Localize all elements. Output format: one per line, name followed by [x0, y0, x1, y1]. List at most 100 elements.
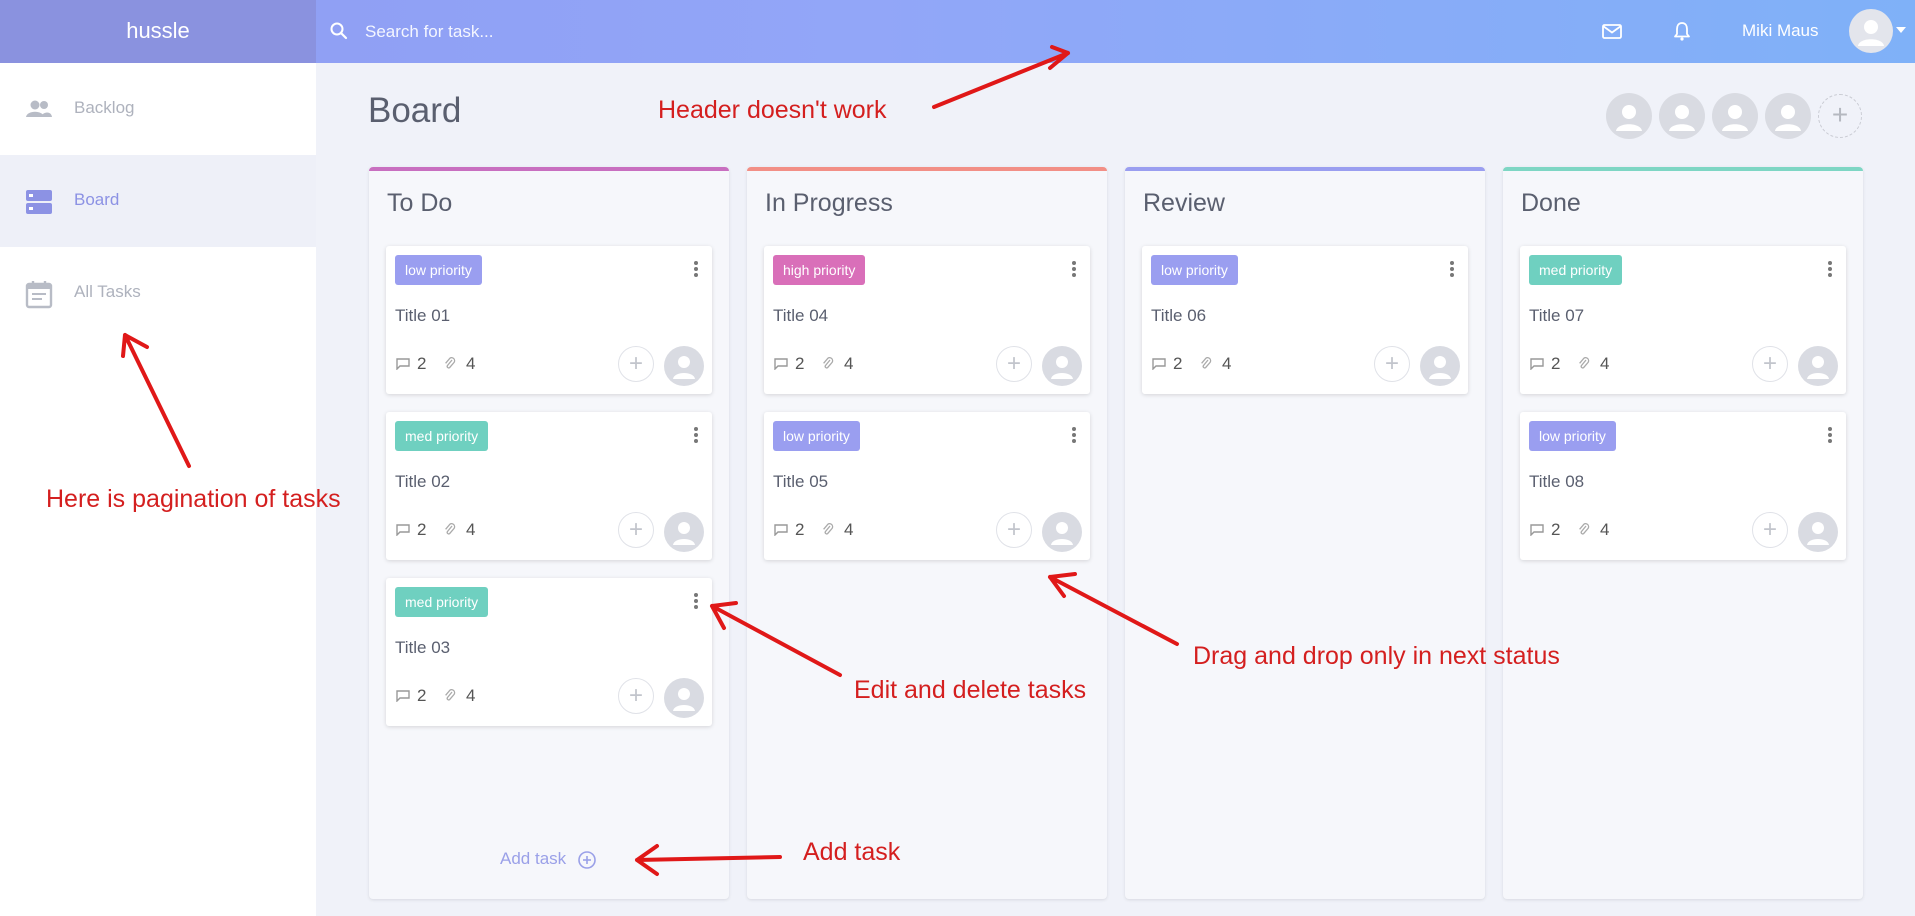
more-vert-icon[interactable]: [691, 425, 701, 447]
assign-button[interactable]: +: [1752, 346, 1788, 382]
people-icon: [26, 100, 52, 117]
attachment-icon: [445, 357, 456, 369]
search-icon[interactable]: [328, 20, 350, 42]
more-vert-icon[interactable]: [1447, 259, 1457, 281]
assign-button[interactable]: +: [1752, 512, 1788, 548]
assignee-avatar[interactable]: [664, 512, 704, 552]
member-avatar[interactable]: [1606, 93, 1652, 139]
assignee-avatar[interactable]: [664, 678, 704, 718]
avatar-icon: [673, 522, 695, 545]
attachment-icon: [1579, 523, 1590, 535]
annotation-pagination: Here is pagination of tasks: [46, 485, 341, 513]
priority-badge: low priority: [1151, 255, 1238, 285]
more-vert-icon[interactable]: [1069, 425, 1079, 447]
avatar-icon: [1429, 356, 1451, 379]
member-avatar[interactable]: [1712, 93, 1758, 139]
attachment-count: 4: [466, 354, 476, 373]
comment-icon: [1530, 358, 1544, 370]
more-vert-icon[interactable]: [691, 591, 701, 613]
priority-badge: low priority: [395, 255, 482, 285]
assign-button[interactable]: +: [996, 512, 1032, 548]
more-vert-icon[interactable]: [1069, 259, 1079, 281]
task-card[interactable]: low priority Title 05 2 4 +: [764, 412, 1090, 560]
assign-button[interactable]: +: [618, 512, 654, 548]
task-card[interactable]: high priority Title 04 2 4 +: [764, 246, 1090, 394]
bell-icon[interactable]: [1669, 18, 1695, 44]
attachment-icon: [445, 689, 456, 701]
task-card[interactable]: med priority Title 03 2 4 +: [386, 578, 712, 726]
avatar-icon: [1722, 105, 1748, 131]
more-vert-icon[interactable]: [691, 259, 701, 281]
priority-badge: low priority: [773, 421, 860, 451]
comment-count: 2: [417, 354, 427, 373]
mail-icon[interactable]: [1599, 18, 1625, 44]
priority-badge: med priority: [395, 421, 489, 451]
calendar-icon: [25, 281, 53, 309]
task-card[interactable]: low priority Title 01 2 4 +: [386, 246, 712, 394]
annotation-header: Header doesn't work: [658, 96, 887, 124]
sidebar-item-label: Board: [74, 190, 120, 209]
assign-button[interactable]: +: [618, 346, 654, 382]
assign-button[interactable]: +: [618, 678, 654, 714]
sidebar-item-board[interactable]: Board: [0, 155, 316, 247]
attachment-count: 4: [466, 520, 476, 539]
card-title: Title 08: [1529, 472, 1585, 491]
assignee-avatar[interactable]: [1042, 346, 1082, 386]
assignee-avatar[interactable]: [664, 346, 704, 386]
avatar-icon: [1807, 356, 1829, 379]
annotation-add: Add task: [803, 838, 901, 866]
avatar-icon: [673, 356, 695, 379]
card-title: Title 01: [395, 306, 451, 325]
assign-button[interactable]: +: [1374, 346, 1410, 382]
comment-count: 2: [795, 520, 805, 539]
member-avatar[interactable]: [1765, 93, 1811, 139]
sidebar-item-backlog[interactable]: Backlog: [0, 63, 316, 155]
more-vert-icon[interactable]: [1825, 425, 1835, 447]
user-avatar[interactable]: [1849, 9, 1893, 53]
task-card[interactable]: med priority Title 07 2 4 +: [1520, 246, 1846, 394]
comment-icon: [774, 524, 788, 536]
avatar-icon: [1051, 522, 1073, 545]
member-avatar[interactable]: [1659, 93, 1705, 139]
priority-badge: med priority: [395, 587, 489, 617]
chevron-down-icon[interactable]: [1896, 27, 1906, 33]
card-title: Title 07: [1529, 306, 1585, 325]
assignee-avatar[interactable]: [1798, 512, 1838, 552]
column-title: Review: [1143, 189, 1225, 217]
task-card[interactable]: low priority Title 08 2 4 +: [1520, 412, 1846, 560]
search-input[interactable]: [363, 16, 967, 48]
card-title: Title 06: [1151, 306, 1207, 325]
comment-count: 2: [417, 686, 427, 705]
assignee-avatar[interactable]: [1798, 346, 1838, 386]
assign-button[interactable]: +: [996, 346, 1032, 382]
comment-icon: [396, 690, 410, 702]
task-card[interactable]: med priority Title 02 2 4 +: [386, 412, 712, 560]
add-task-button[interactable]: Add task: [500, 849, 566, 869]
card-title: Title 04: [773, 306, 829, 325]
comment-count: 2: [795, 354, 805, 373]
user-name[interactable]: Miki Maus: [1742, 21, 1819, 41]
attachment-icon: [1579, 357, 1590, 369]
attachment-count: 4: [1600, 520, 1610, 539]
assignee-avatar[interactable]: [1042, 512, 1082, 552]
comment-icon: [396, 358, 410, 370]
column-done: Done med priority Title 07 2 4 + low pri…: [1503, 167, 1863, 899]
attachment-icon: [1201, 357, 1212, 369]
sidebar-item-label: All Tasks: [74, 282, 141, 301]
column-review: Review low priority Title 06 2 4 +: [1125, 167, 1485, 899]
more-vert-icon[interactable]: [1825, 259, 1835, 281]
brand-logo[interactable]: hussle: [0, 0, 316, 63]
comment-icon: [774, 358, 788, 370]
assignee-avatar[interactable]: [1420, 346, 1460, 386]
priority-badge: low priority: [1529, 421, 1616, 451]
add-member-button[interactable]: +: [1818, 94, 1862, 138]
column-title: To Do: [387, 189, 453, 217]
avatar-icon: [1807, 522, 1829, 545]
sidebar-item-all-tasks[interactable]: All Tasks: [0, 247, 316, 339]
column-to-do: To Do low priority Title 01 2 4 + med pr…: [369, 167, 729, 899]
add-circle-icon[interactable]: [577, 850, 597, 870]
column-accent: [1503, 167, 1863, 171]
attachment-count: 4: [844, 520, 854, 539]
task-card[interactable]: low priority Title 06 2 4 +: [1142, 246, 1468, 394]
attachment-icon: [823, 357, 834, 369]
